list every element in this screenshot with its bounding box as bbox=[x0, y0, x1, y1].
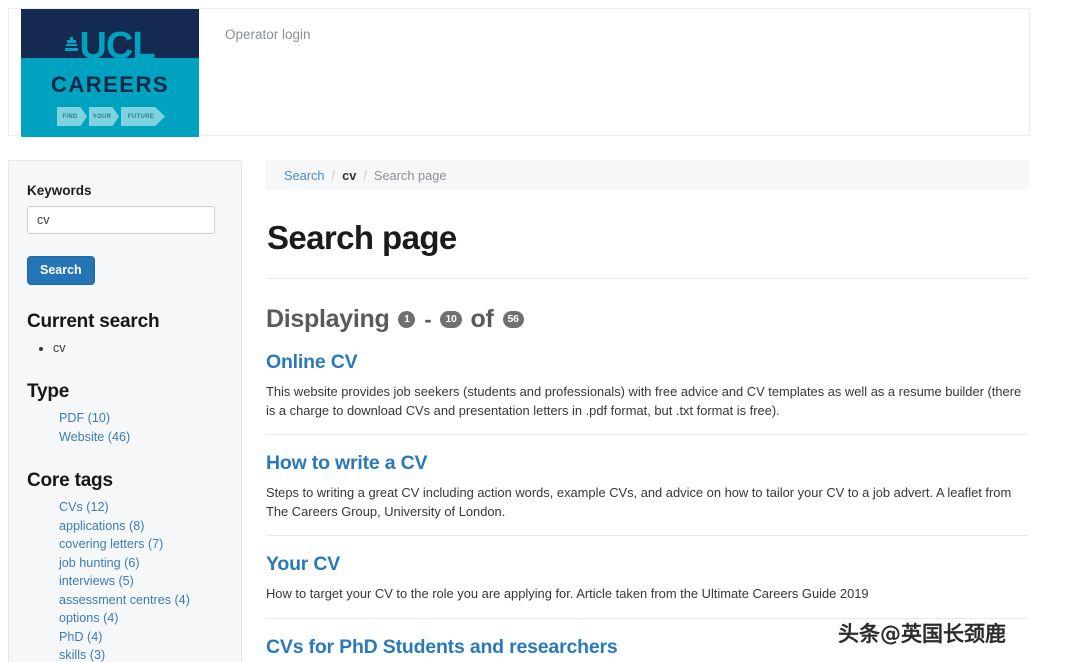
list-item: interviews (5) bbox=[59, 572, 223, 591]
breadcrumb-item-current: Search page bbox=[373, 167, 447, 183]
list-item: PhD (4) bbox=[59, 628, 223, 647]
core-tags-heading: Core tags bbox=[27, 470, 113, 491]
list-item: PDF (10) bbox=[59, 409, 223, 428]
site-header: UCL CAREERS FIND YOUR FUTURE Operator lo… bbox=[8, 8, 1030, 137]
result-description: This website provides job seekers (stude… bbox=[266, 384, 1022, 418]
list-item: skills (3) bbox=[59, 646, 223, 662]
ucl-careers-logo[interactable]: UCL CAREERS FIND YOUR FUTURE bbox=[21, 9, 199, 137]
current-search-list: cv bbox=[27, 339, 223, 357]
result-title-link[interactable]: How to write a CV bbox=[266, 452, 427, 475]
facet-link-job-hunting[interactable]: job hunting (6) bbox=[59, 556, 140, 570]
search-result: Your CV How to target your CV to the rol… bbox=[266, 536, 1032, 619]
breadcrumb-item-query: cv bbox=[342, 167, 357, 183]
ucl-crest-icon bbox=[65, 37, 79, 52]
logo-ucl-label: UCL bbox=[79, 25, 155, 67]
breadcrumb: Search / cv / Search page bbox=[266, 160, 1029, 190]
facet-link-pdf[interactable]: PDF (10) bbox=[59, 411, 110, 425]
search-button[interactable]: Search bbox=[27, 256, 95, 285]
facet-link-assessment-centres[interactable]: assessment centres (4) bbox=[59, 593, 190, 607]
facet-link-skills[interactable]: skills (3) bbox=[59, 648, 105, 662]
list-item: options (4) bbox=[59, 609, 223, 628]
list-item: CVs (12) bbox=[59, 498, 223, 517]
search-result: Online CV This website provides job seek… bbox=[266, 334, 1032, 435]
logo-arrow-2: YOUR bbox=[89, 107, 119, 126]
result-title-link[interactable]: CVs for PhD Students and researchers bbox=[266, 636, 618, 659]
result-title-link[interactable]: Your CV bbox=[266, 553, 340, 576]
badge-range-end: 10 bbox=[440, 311, 462, 328]
facet-link-interviews[interactable]: interviews (5) bbox=[59, 574, 134, 588]
logo-arrow-3: FUTURE bbox=[121, 107, 165, 126]
list-item: covering letters (7) bbox=[59, 535, 223, 554]
result-description: Steps to writing a great CV including ac… bbox=[266, 485, 1012, 519]
page-title: Search page bbox=[267, 219, 457, 256]
list-item: applications (8) bbox=[59, 517, 223, 536]
breadcrumb-item-search[interactable]: Search bbox=[284, 168, 325, 183]
facet-link-covering-letters[interactable]: covering letters (7) bbox=[59, 537, 163, 551]
keywords-input[interactable] bbox=[27, 206, 215, 234]
breadcrumb-separator: / bbox=[363, 167, 367, 183]
current-search-item[interactable]: cv bbox=[53, 339, 223, 357]
core-tags-facet-list: CVs (12) applications (8) covering lette… bbox=[27, 498, 223, 662]
type-heading: Type bbox=[27, 381, 70, 402]
logo-arrow-1: FIND bbox=[57, 107, 87, 126]
operator-login-link[interactable]: Operator login bbox=[225, 27, 311, 42]
main-content: Search / cv / Search page Search page Di… bbox=[266, 160, 1032, 662]
result-title-link[interactable]: Online CV bbox=[266, 351, 358, 374]
logo-arrow-graphic: FIND YOUR FUTURE bbox=[57, 107, 167, 126]
badge-total: 56 bbox=[502, 311, 524, 328]
facet-link-options[interactable]: options (4) bbox=[59, 611, 119, 625]
type-facet-list: PDF (10) Website (46) bbox=[27, 409, 223, 446]
result-description: How to target your CV to the role you ar… bbox=[266, 586, 869, 601]
logo-careers-text: CAREERS bbox=[50, 72, 170, 97]
keywords-label: Keywords bbox=[27, 183, 92, 198]
results-count: Displaying 1 - 10 of 56 bbox=[266, 305, 1032, 334]
list-item: job hunting (6) bbox=[59, 554, 223, 573]
facet-link-cvs[interactable]: CVs (12) bbox=[59, 500, 109, 514]
displaying-of-label: of bbox=[470, 305, 494, 333]
badge-range-start: 1 bbox=[398, 311, 416, 328]
logo-ucl-text: UCL bbox=[21, 27, 199, 65]
search-result: How to write a CV Steps to writing a gre… bbox=[266, 435, 1032, 536]
page-root: UCL CAREERS FIND YOUR FUTURE Operator lo… bbox=[0, 0, 1080, 662]
breadcrumb-separator: / bbox=[331, 167, 336, 183]
facet-link-applications[interactable]: applications (8) bbox=[59, 519, 144, 533]
range-dash: - bbox=[424, 306, 432, 332]
list-item: Website (46) bbox=[59, 428, 223, 447]
list-item: assessment centres (4) bbox=[59, 591, 223, 610]
facet-link-website[interactable]: Website (46) bbox=[59, 430, 130, 444]
facet-link-phd[interactable]: PhD (4) bbox=[59, 630, 102, 644]
title-divider bbox=[266, 278, 1029, 279]
search-sidebar: Keywords Search Current search cv Type P… bbox=[8, 160, 242, 662]
image-watermark: 头条@英国长颈鹿 bbox=[838, 622, 1006, 646]
current-search-heading: Current search bbox=[27, 311, 160, 332]
displaying-label: Displaying bbox=[266, 305, 390, 333]
